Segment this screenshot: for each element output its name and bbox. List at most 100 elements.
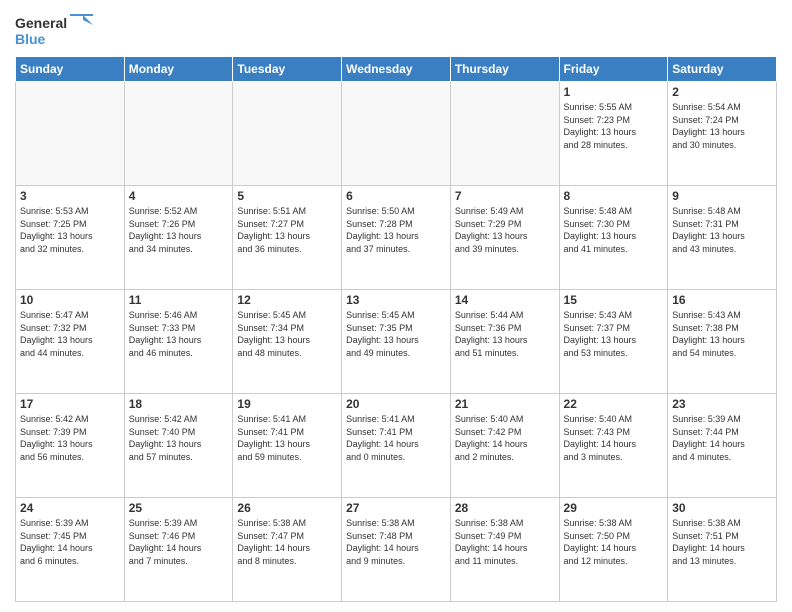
day-number: 28 bbox=[455, 501, 555, 515]
svg-text:General: General bbox=[15, 15, 67, 31]
day-info: Sunrise: 5:45 AM Sunset: 7:35 PM Dayligh… bbox=[346, 309, 446, 359]
day-info: Sunrise: 5:39 AM Sunset: 7:45 PM Dayligh… bbox=[20, 517, 120, 567]
day-number: 16 bbox=[672, 293, 772, 307]
day-info: Sunrise: 5:38 AM Sunset: 7:47 PM Dayligh… bbox=[237, 517, 337, 567]
day-number: 25 bbox=[129, 501, 229, 515]
calendar-cell: 10 Sunrise: 5:47 AM Sunset: 7:32 PM Dayli… bbox=[16, 290, 125, 394]
calendar-cell: 27 Sunrise: 5:38 AM Sunset: 7:48 PM Dayli… bbox=[342, 498, 451, 602]
day-info: Sunrise: 5:48 AM Sunset: 7:30 PM Dayligh… bbox=[564, 205, 664, 255]
calendar-cell: 23Sunrise: 5:39 AM Sunset: 7:44 PM Dayli… bbox=[668, 394, 777, 498]
day-number: 29 bbox=[564, 501, 664, 515]
day-number: 12 bbox=[237, 293, 337, 307]
day-number: 15 bbox=[564, 293, 664, 307]
calendar-cell: 11Sunrise: 5:46 AM Sunset: 7:33 PM Dayli… bbox=[124, 290, 233, 394]
week-row-3: 17Sunrise: 5:42 AM Sunset: 7:39 PM Dayli… bbox=[16, 394, 777, 498]
calendar-cell: 1 Sunrise: 5:55 AM Sunset: 7:23 PM Daylig… bbox=[559, 82, 668, 186]
day-number: 21 bbox=[455, 397, 555, 411]
day-info: Sunrise: 5:53 AM Sunset: 7:25 PM Dayligh… bbox=[20, 205, 120, 255]
calendar-cell: 2Sunrise: 5:54 AM Sunset: 7:24 PM Daylig… bbox=[668, 82, 777, 186]
calendar-cell: 5 Sunrise: 5:51 AM Sunset: 7:27 PM Daylig… bbox=[233, 186, 342, 290]
calendar-cell: 12 Sunrise: 5:45 AM Sunset: 7:34 PM Dayli… bbox=[233, 290, 342, 394]
weekday-header-friday: Friday bbox=[559, 57, 668, 82]
calendar-cell: 8 Sunrise: 5:48 AM Sunset: 7:30 PM Daylig… bbox=[559, 186, 668, 290]
calendar-cell: 29 Sunrise: 5:38 AM Sunset: 7:50 PM Dayli… bbox=[559, 498, 668, 602]
day-info: Sunrise: 5:42 AM Sunset: 7:39 PM Dayligh… bbox=[20, 413, 120, 463]
week-row-4: 24 Sunrise: 5:39 AM Sunset: 7:45 PM Dayli… bbox=[16, 498, 777, 602]
day-number: 5 bbox=[237, 189, 337, 203]
day-info: Sunrise: 5:38 AM Sunset: 7:51 PM Dayligh… bbox=[672, 517, 772, 567]
day-info: Sunrise: 5:41 AM Sunset: 7:41 PM Dayligh… bbox=[346, 413, 446, 463]
header: General Blue bbox=[15, 10, 777, 50]
day-number: 19 bbox=[237, 397, 337, 411]
calendar-cell: 20 Sunrise: 5:41 AM Sunset: 7:41 PM Dayli… bbox=[342, 394, 451, 498]
day-info: Sunrise: 5:45 AM Sunset: 7:34 PM Dayligh… bbox=[237, 309, 337, 359]
weekday-header-wednesday: Wednesday bbox=[342, 57, 451, 82]
day-number: 27 bbox=[346, 501, 446, 515]
day-number: 2 bbox=[672, 85, 772, 99]
calendar-cell bbox=[342, 82, 451, 186]
calendar-cell: 22 Sunrise: 5:40 AM Sunset: 7:43 PM Dayli… bbox=[559, 394, 668, 498]
day-info: Sunrise: 5:40 AM Sunset: 7:42 PM Dayligh… bbox=[455, 413, 555, 463]
calendar-cell bbox=[16, 82, 125, 186]
day-info: Sunrise: 5:38 AM Sunset: 7:50 PM Dayligh… bbox=[564, 517, 664, 567]
calendar-cell: 16 Sunrise: 5:43 AM Sunset: 7:38 PM Dayli… bbox=[668, 290, 777, 394]
calendar-cell: 25 Sunrise: 5:39 AM Sunset: 7:46 PM Dayli… bbox=[124, 498, 233, 602]
day-info: Sunrise: 5:52 AM Sunset: 7:26 PM Dayligh… bbox=[129, 205, 229, 255]
day-number: 1 bbox=[564, 85, 664, 99]
week-row-2: 10 Sunrise: 5:47 AM Sunset: 7:32 PM Dayli… bbox=[16, 290, 777, 394]
day-info: Sunrise: 5:49 AM Sunset: 7:29 PM Dayligh… bbox=[455, 205, 555, 255]
day-info: Sunrise: 5:41 AM Sunset: 7:41 PM Dayligh… bbox=[237, 413, 337, 463]
day-number: 26 bbox=[237, 501, 337, 515]
day-number: 14 bbox=[455, 293, 555, 307]
calendar-cell bbox=[124, 82, 233, 186]
day-info: Sunrise: 5:39 AM Sunset: 7:44 PM Dayligh… bbox=[672, 413, 772, 463]
calendar-cell: 15 Sunrise: 5:43 AM Sunset: 7:37 PM Dayli… bbox=[559, 290, 668, 394]
day-number: 10 bbox=[20, 293, 120, 307]
week-row-0: 1 Sunrise: 5:55 AM Sunset: 7:23 PM Daylig… bbox=[16, 82, 777, 186]
day-info: Sunrise: 5:38 AM Sunset: 7:48 PM Dayligh… bbox=[346, 517, 446, 567]
day-info: Sunrise: 5:38 AM Sunset: 7:49 PM Dayligh… bbox=[455, 517, 555, 567]
day-number: 18 bbox=[129, 397, 229, 411]
calendar-cell: 3 Sunrise: 5:53 AM Sunset: 7:25 PM Daylig… bbox=[16, 186, 125, 290]
day-info: Sunrise: 5:47 AM Sunset: 7:32 PM Dayligh… bbox=[20, 309, 120, 359]
weekday-header-sunday: Sunday bbox=[16, 57, 125, 82]
calendar-cell: 19 Sunrise: 5:41 AM Sunset: 7:41 PM Dayli… bbox=[233, 394, 342, 498]
calendar-cell: 7 Sunrise: 5:49 AM Sunset: 7:29 PM Daylig… bbox=[450, 186, 559, 290]
day-info: Sunrise: 5:43 AM Sunset: 7:37 PM Dayligh… bbox=[564, 309, 664, 359]
day-number: 7 bbox=[455, 189, 555, 203]
day-info: Sunrise: 5:42 AM Sunset: 7:40 PM Dayligh… bbox=[129, 413, 229, 463]
day-info: Sunrise: 5:40 AM Sunset: 7:43 PM Dayligh… bbox=[564, 413, 664, 463]
calendar-cell: 14Sunrise: 5:44 AM Sunset: 7:36 PM Dayli… bbox=[450, 290, 559, 394]
calendar-cell bbox=[450, 82, 559, 186]
weekday-header-row: SundayMondayTuesdayWednesdayThursdayFrid… bbox=[16, 57, 777, 82]
calendar-cell: 17Sunrise: 5:42 AM Sunset: 7:39 PM Dayli… bbox=[16, 394, 125, 498]
calendar-cell: 26 Sunrise: 5:38 AM Sunset: 7:47 PM Dayli… bbox=[233, 498, 342, 602]
day-info: Sunrise: 5:46 AM Sunset: 7:33 PM Dayligh… bbox=[129, 309, 229, 359]
calendar-cell bbox=[233, 82, 342, 186]
day-number: 9 bbox=[672, 189, 772, 203]
day-number: 20 bbox=[346, 397, 446, 411]
weekday-header-tuesday: Tuesday bbox=[233, 57, 342, 82]
day-info: Sunrise: 5:43 AM Sunset: 7:38 PM Dayligh… bbox=[672, 309, 772, 359]
day-info: Sunrise: 5:55 AM Sunset: 7:23 PM Dayligh… bbox=[564, 101, 664, 151]
day-number: 6 bbox=[346, 189, 446, 203]
day-number: 4 bbox=[129, 189, 229, 203]
day-info: Sunrise: 5:50 AM Sunset: 7:28 PM Dayligh… bbox=[346, 205, 446, 255]
day-info: Sunrise: 5:51 AM Sunset: 7:27 PM Dayligh… bbox=[237, 205, 337, 255]
day-number: 3 bbox=[20, 189, 120, 203]
day-number: 13 bbox=[346, 293, 446, 307]
day-number: 24 bbox=[20, 501, 120, 515]
day-info: Sunrise: 5:39 AM Sunset: 7:46 PM Dayligh… bbox=[129, 517, 229, 567]
calendar-table: SundayMondayTuesdayWednesdayThursdayFrid… bbox=[15, 56, 777, 602]
day-number: 8 bbox=[564, 189, 664, 203]
day-number: 22 bbox=[564, 397, 664, 411]
day-info: Sunrise: 5:48 AM Sunset: 7:31 PM Dayligh… bbox=[672, 205, 772, 255]
calendar-cell: 28 Sunrise: 5:38 AM Sunset: 7:49 PM Dayli… bbox=[450, 498, 559, 602]
calendar-cell: 6 Sunrise: 5:50 AM Sunset: 7:28 PM Daylig… bbox=[342, 186, 451, 290]
calendar-cell: 18 Sunrise: 5:42 AM Sunset: 7:40 PM Dayli… bbox=[124, 394, 233, 498]
logo-svg: General Blue bbox=[15, 10, 95, 50]
week-row-1: 3 Sunrise: 5:53 AM Sunset: 7:25 PM Daylig… bbox=[16, 186, 777, 290]
svg-text:Blue: Blue bbox=[15, 31, 46, 47]
calendar-cell: 24 Sunrise: 5:39 AM Sunset: 7:45 PM Dayli… bbox=[16, 498, 125, 602]
calendar-cell: 21 Sunrise: 5:40 AM Sunset: 7:42 PM Dayli… bbox=[450, 394, 559, 498]
